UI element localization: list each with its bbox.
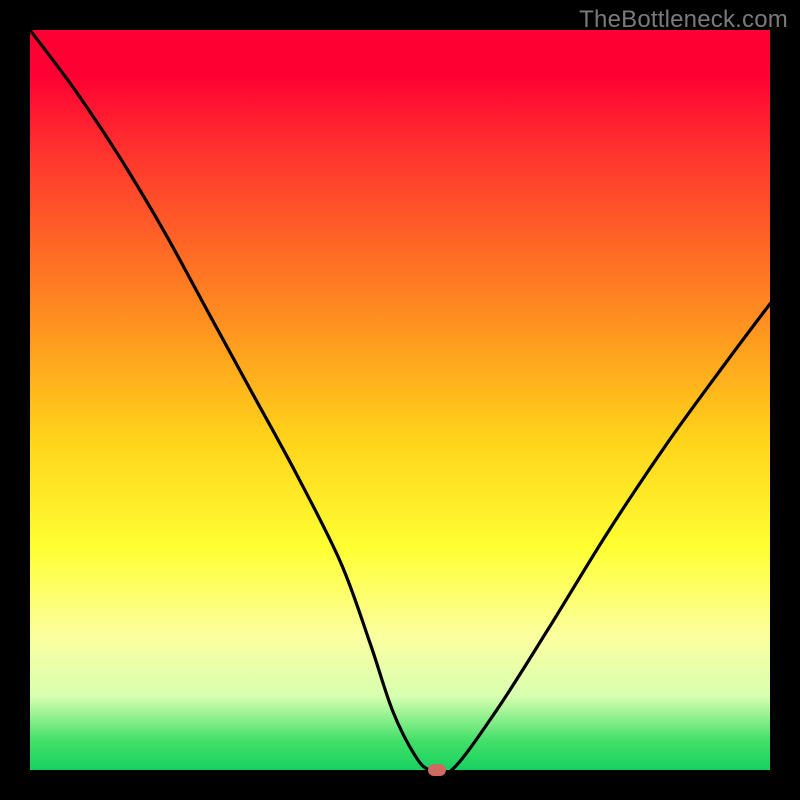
- chart-frame: TheBottleneck.com: [0, 0, 800, 800]
- watermark-text: TheBottleneck.com: [579, 6, 788, 34]
- plot-background-gradient: [30, 30, 770, 770]
- optimum-marker: [428, 764, 446, 776]
